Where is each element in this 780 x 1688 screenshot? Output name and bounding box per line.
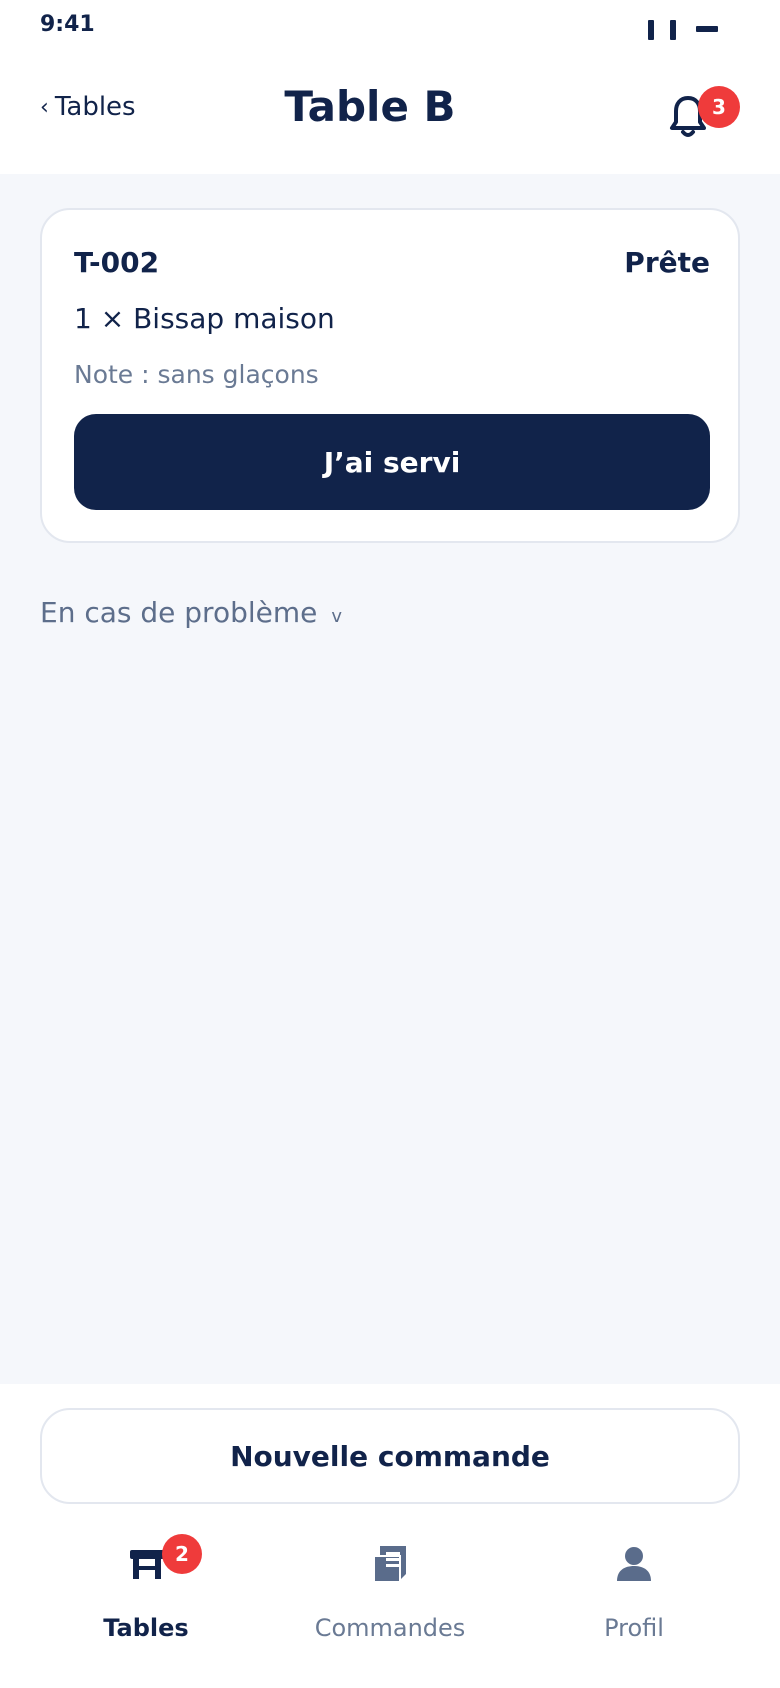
header: ‹ Tables Table B 3 [0,50,780,174]
person-icon [617,1547,651,1581]
notifications-button[interactable]: 3 [668,86,740,146]
order-status: Prête [624,246,710,279]
problem-label: En cas de problème [40,596,318,629]
table-icon [130,1550,164,1579]
tab-label: Tables [103,1614,189,1642]
order-item: 1 × Bissap maison [74,302,335,335]
tab-bar: 2 Tables Commandes Profil [0,1534,780,1674]
order-id: T-002 [74,246,160,279]
served-button[interactable]: J’ai servi [74,414,710,510]
order-card: T-002 Prête 1 × Bissap maison Note : san… [40,208,740,543]
tab-profil[interactable]: Profil [504,1534,764,1674]
signal-icon [670,20,676,40]
order-note: Note : sans glaçons [74,360,319,389]
status-time: 9:41 [40,12,95,37]
status-bar: 9:41 [0,0,780,50]
status-icons [648,16,728,40]
tab-tables[interactable]: 2 Tables [16,1534,276,1674]
battery-icon [696,26,718,32]
tab-label: Profil [604,1614,664,1642]
page-title: Table B [284,82,456,131]
screen: 9:41 ‹ Tables Table B 3 T-002 Prête 1 × … [0,0,780,1688]
tab-commandes[interactable]: Commandes [260,1534,520,1674]
chevron-down-icon: v [331,606,343,627]
new-order-button[interactable]: Nouvelle commande [40,1408,740,1504]
problem-toggle[interactable]: En cas de problème v [40,596,342,629]
tab-label: Commandes [314,1614,466,1642]
signal-icon [648,20,654,40]
receipt-icon [373,1546,406,1583]
bottom-area: Nouvelle commande 2 Tables Commandes Pro… [0,1384,780,1688]
tab-badge: 2 [162,1534,202,1574]
notification-badge: 3 [698,86,740,128]
